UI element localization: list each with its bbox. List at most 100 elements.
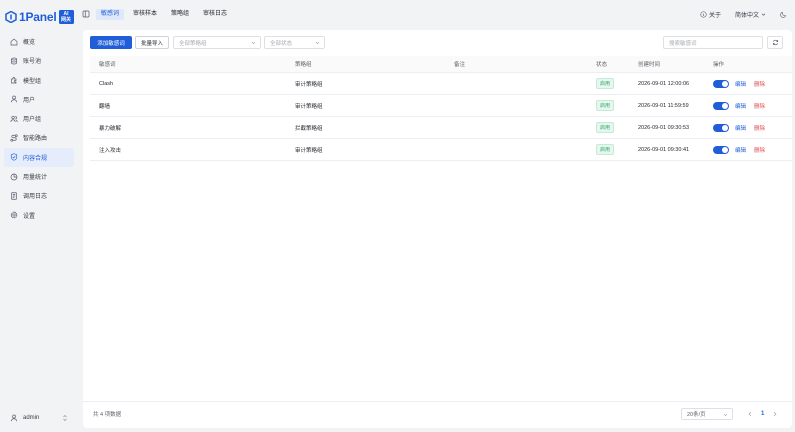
- cell-created: 2026-09-01 12:00:06: [638, 80, 690, 87]
- tab-strategy-groups[interactable]: 策略组: [166, 9, 194, 20]
- info-icon: [700, 11, 707, 18]
- shield-icon: [10, 153, 18, 161]
- cell-status: 启用: [596, 139, 615, 160]
- status-badge: 启用: [596, 100, 615, 111]
- enable-toggle[interactable]: [713, 145, 729, 154]
- route-icon: [10, 134, 18, 142]
- batch-import-button[interactable]: 批量导入: [135, 36, 169, 49]
- column-header-group: 策略组: [295, 62, 312, 68]
- sidebar-item-usage-stats[interactable]: 用量统计: [4, 167, 74, 186]
- user-icon: [10, 95, 18, 103]
- tab-review-samples[interactable]: 审核样本: [128, 9, 162, 20]
- sidebar: 1Panel AI 网关 概览 账号池 模型组 用户 用户组 智能路由 内容合规…: [0, 0, 80, 432]
- logo[interactable]: 1Panel AI 网关: [5, 8, 74, 26]
- sidebar-item-call-logs[interactable]: 调用日志: [4, 186, 74, 205]
- sensitive-words-table: 敏感词 策略组 备注 状态 创建时间 操作 Clash 审计策略组 启用 202…: [90, 56, 792, 161]
- moon-icon: [780, 11, 787, 18]
- cell-word: 注入攻击: [99, 147, 122, 154]
- status-badge: 启用: [596, 78, 615, 89]
- chevron-left-icon[interactable]: [747, 411, 753, 417]
- edit-link[interactable]: 编辑: [735, 102, 746, 110]
- sidebar-item-model-group[interactable]: 模型组: [4, 71, 74, 90]
- edit-link[interactable]: 编辑: [735, 124, 746, 132]
- sidebar-item-label: 内容合规: [23, 155, 48, 162]
- cell-status: 启用: [596, 95, 615, 116]
- column-header-word: 敏感词: [99, 62, 116, 68]
- sidebar-item-content-compliance[interactable]: 内容合规: [4, 147, 74, 167]
- language-select[interactable]: 简体中文: [735, 10, 766, 19]
- delete-link[interactable]: 删除: [754, 80, 765, 88]
- cell-status: 启用: [596, 73, 615, 94]
- header-tabs: 敏感词 审核样本 策略组 审核日志: [96, 9, 236, 20]
- cell-status: 启用: [596, 117, 615, 138]
- about-button[interactable]: 关于: [700, 10, 721, 19]
- cell-group: 审计策略组: [295, 147, 323, 154]
- chevron-down-icon: [761, 13, 766, 16]
- theme-toggle[interactable]: [780, 11, 789, 18]
- chevron-down-icon: [251, 41, 256, 45]
- about-label: 关于: [708, 13, 721, 19]
- page-size-select[interactable]: 20条/页: [681, 408, 733, 420]
- cell-created: 2026-09-01 09:30:41: [638, 146, 690, 153]
- cell-created: 2026-09-01 09:30:53: [638, 124, 690, 131]
- status-filter-value: 全部状态: [270, 40, 293, 47]
- chevron-up-down-icon: [63, 415, 67, 421]
- cell-group: 拦截策略组: [295, 125, 323, 132]
- strategy-filter-value: 全部策略组: [179, 40, 207, 47]
- brand-badge: AI 网关: [58, 10, 74, 24]
- footer-divider: [83, 401, 792, 402]
- enable-toggle[interactable]: [713, 79, 729, 88]
- brand-badge-line2: 网关: [60, 17, 71, 23]
- delete-link[interactable]: 删除: [754, 146, 765, 154]
- sidebar-item-label: 设置: [23, 213, 36, 220]
- tab-review-logs[interactable]: 审核日志: [198, 9, 232, 20]
- chevron-down-icon: [723, 413, 728, 417]
- edit-link[interactable]: 编辑: [735, 146, 746, 154]
- sidebar-item-account-pool[interactable]: 账号池: [4, 51, 74, 70]
- search-input[interactable]: 搜索敏感词: [663, 36, 763, 49]
- user-menu[interactable]: admin: [4, 409, 74, 427]
- home-icon: [10, 38, 18, 46]
- status-badge: 启用: [596, 144, 615, 155]
- refresh-button[interactable]: [767, 36, 783, 49]
- user-name: admin: [23, 415, 40, 421]
- top-bar: 敏感词 审核样本 策略组 审核日志 关于 简体中文: [80, 0, 795, 30]
- column-header-note: 备注: [454, 62, 466, 68]
- pagination: 1: [743, 408, 782, 420]
- cell-group: 审计策略组: [295, 103, 323, 110]
- edit-link[interactable]: 编辑: [735, 80, 746, 88]
- sidebar-item-users[interactable]: 用户: [4, 90, 74, 109]
- strategy-filter-select[interactable]: 全部策略组: [173, 36, 261, 49]
- cell-word: Clash: [99, 80, 114, 87]
- table-row: 暴力破解 拦截策略组 启用 2026-09-01 09:30:53 编辑 删除: [90, 117, 792, 139]
- table-row: Clash 审计策略组 启用 2026-09-01 12:00:06 编辑 删除: [90, 73, 792, 95]
- sidebar-item-settings[interactable]: 设置: [4, 206, 74, 225]
- column-header-created: 创建时间: [638, 62, 661, 68]
- sidebar-item-smart-routing[interactable]: 智能路由: [4, 128, 74, 147]
- sidebar-item-label: 概览: [23, 40, 36, 46]
- table-header: 敏感词 策略组 备注 状态 创建时间 操作: [90, 56, 792, 73]
- logo-hexagon-icon: [5, 11, 17, 23]
- page-number[interactable]: 1: [761, 411, 764, 417]
- delete-link[interactable]: 删除: [754, 124, 765, 132]
- pie-chart-icon: [10, 173, 18, 181]
- cell-actions: 编辑 删除: [713, 117, 765, 138]
- page-size-value: 20条/页: [687, 412, 706, 418]
- brand-name: 1Panel: [19, 10, 57, 24]
- tab-sensitive-words[interactable]: 敏感词: [96, 9, 125, 20]
- delete-link[interactable]: 删除: [754, 102, 765, 110]
- chevron-right-icon[interactable]: [772, 411, 778, 417]
- sidebar-item-overview[interactable]: 概览: [4, 32, 74, 51]
- sidebar-item-user-groups[interactable]: 用户组: [4, 109, 74, 128]
- enable-toggle[interactable]: [713, 101, 729, 110]
- sidebar-item-label: 用量统计: [23, 175, 48, 182]
- enable-toggle[interactable]: [713, 123, 729, 132]
- cell-actions: 编辑 删除: [713, 139, 765, 160]
- status-filter-select[interactable]: 全部状态: [264, 36, 325, 49]
- sidebar-toggle-icon[interactable]: [82, 10, 90, 18]
- cell-actions: 编辑 删除: [713, 73, 765, 94]
- user-icon: [10, 414, 18, 422]
- status-badge: 启用: [596, 122, 615, 133]
- cell-actions: 编辑 删除: [713, 95, 765, 116]
- add-sensitive-word-button[interactable]: 添加敏感词: [90, 36, 132, 49]
